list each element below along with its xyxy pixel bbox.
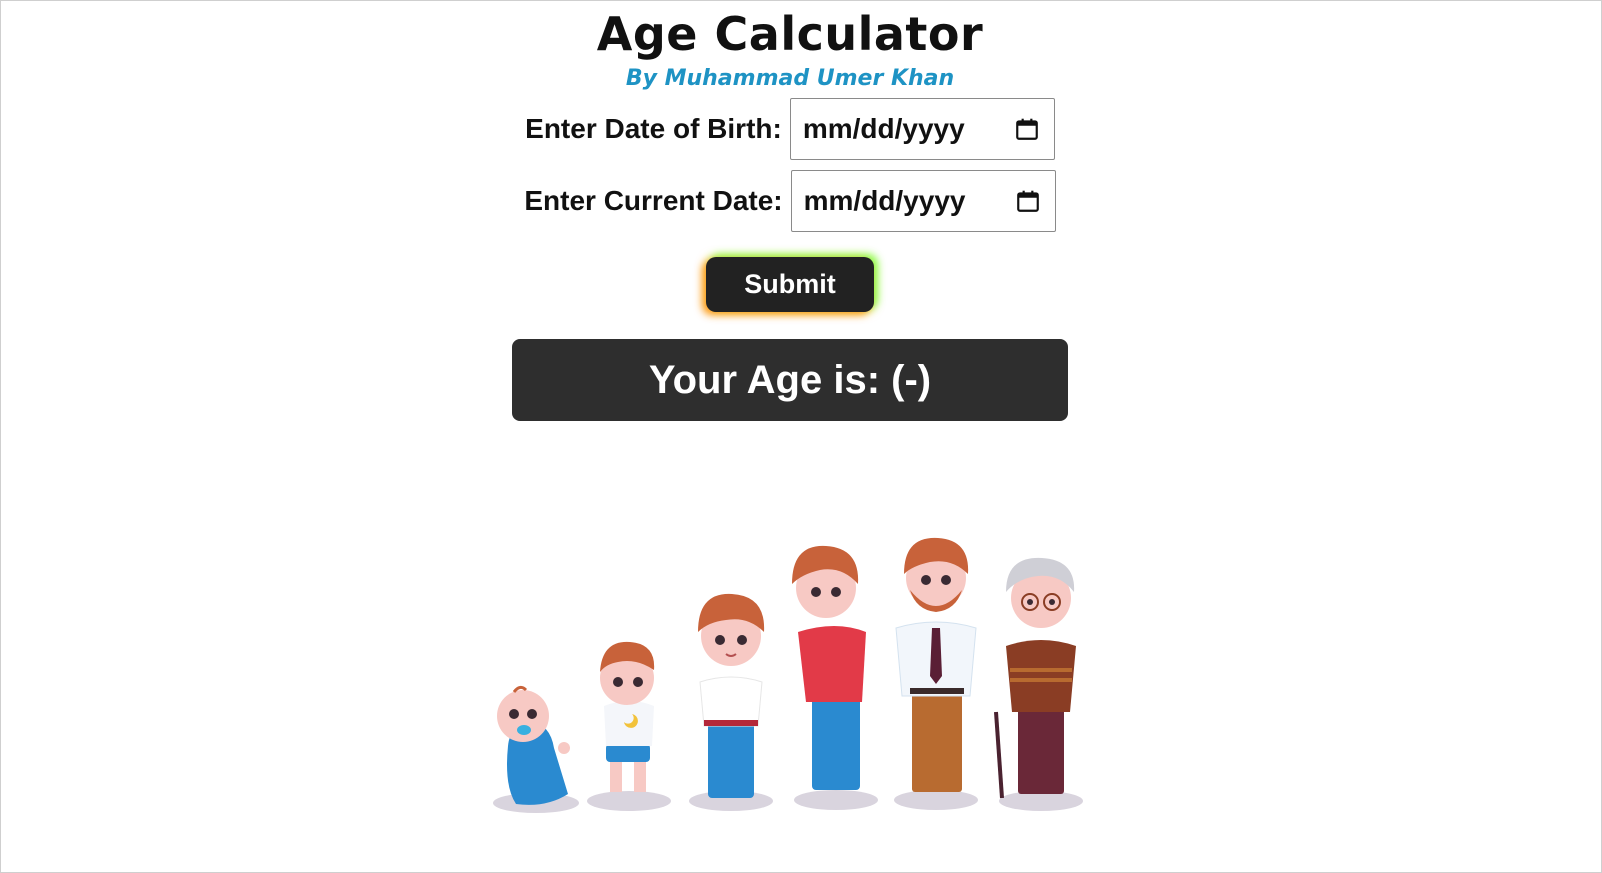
dob-date-placeholder: mm/dd/yyyy [802,113,965,144]
dob-row: Enter Date of Birth: mm/dd/yyyy [1,98,1579,160]
age-stages-illustration [493,537,1083,813]
author-subtitle: By Muhammad Umer Khan [625,66,955,91]
submit-wrapper: Submit [1,257,1579,312]
current-date-row: Enter Current Date: mm/dd/yyyy [1,170,1579,232]
elder-figure [994,557,1076,799]
page-title: Age Calculator [596,7,984,61]
age-calculator-page: Age Calculator By Muhammad Umer Khan Ent… [0,0,1602,873]
current-date-input[interactable]: mm/dd/yyyy [790,170,1056,232]
baby-figure [497,685,570,805]
result-box: Your Age is: (-) [512,339,1068,421]
current-date-placeholder: mm/dd/yyyy [803,185,966,216]
dob-date-input[interactable]: mm/dd/yyyy [789,98,1055,160]
calendar-icon[interactable] [1015,188,1041,214]
current-date-label: Enter Current Date: [524,185,783,216]
boy-figure [698,593,765,798]
toddler-figure [600,641,655,792]
adult-figure [895,537,977,792]
submit-button[interactable]: Submit [706,257,874,312]
age-result-text: Your Age is: (-) [648,357,932,402]
dob-label: Enter Date of Birth: [525,113,782,144]
teen-figure [792,545,866,790]
calendar-icon[interactable] [1014,116,1040,142]
